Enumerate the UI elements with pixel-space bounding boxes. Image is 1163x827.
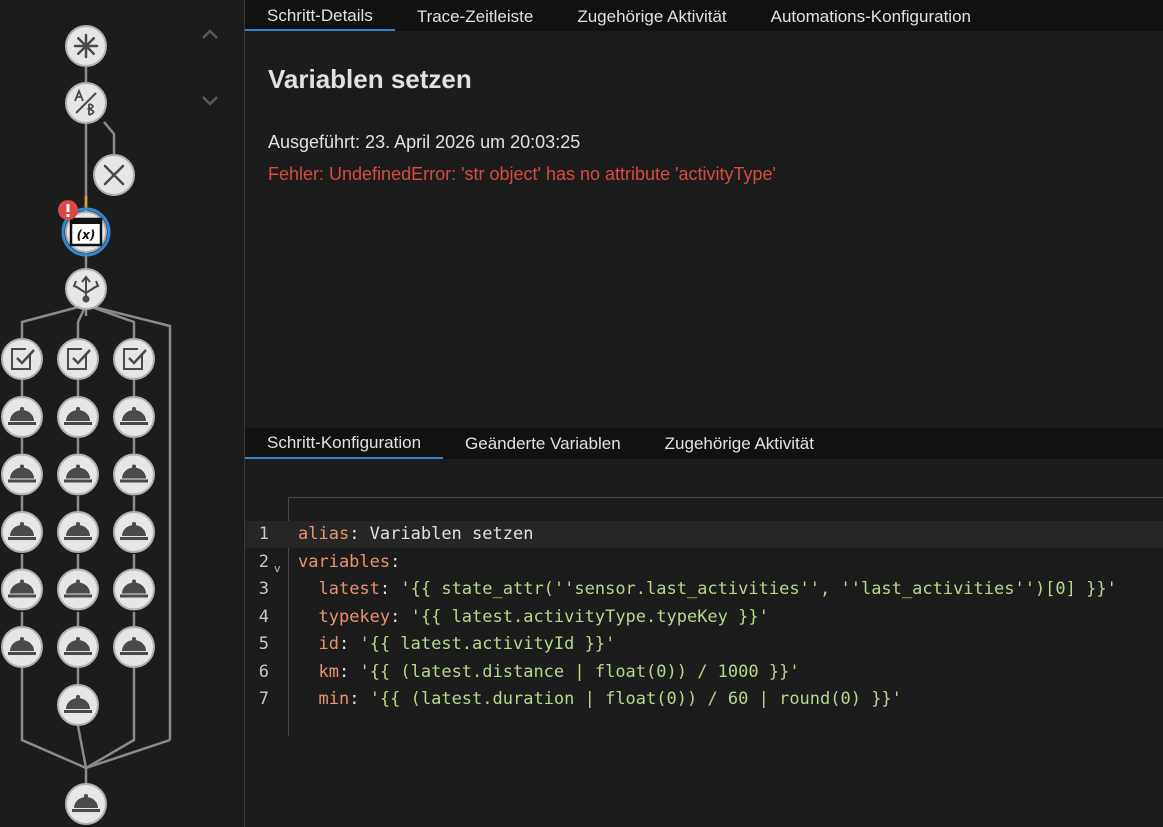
code-text: typekey: '{{ latest.activityType.typeKey… <box>298 604 769 631</box>
yaml-key: latest <box>318 579 380 599</box>
code-text: min: '{{ (latest.duration | float(0)) / … <box>298 686 902 713</box>
top-tab-bar: Schritt-Details Trace-Zeitleiste Zugehör… <box>245 0 1163 31</box>
error-message: Fehler: UndefinedError: 'str object' has… <box>268 164 776 184</box>
line-number: 6 <box>258 661 269 682</box>
line-number: 7 <box>258 689 269 709</box>
trace-node-variables[interactable]: (x) <box>58 200 111 257</box>
error-badge-icon <box>58 200 78 220</box>
trace-node-action[interactable] <box>65 783 107 825</box>
line-number: 2 <box>258 551 269 572</box>
trace-node-action[interactable] <box>1 511 43 553</box>
yaml-separator: : <box>390 606 411 627</box>
yaml-key: variables <box>298 551 391 572</box>
code-text: alias: Variablen setzen <box>298 521 533 548</box>
yaml-separator: : <box>338 661 360 682</box>
code-line[interactable]: 7 min: '{{ (latest.duration | float(0)) … <box>245 686 1163 713</box>
tab-related-activity[interactable]: Zugehörige Aktivität <box>555 0 748 31</box>
code-line[interactable]: 1 alias: Variablen setzen <box>245 521 1163 548</box>
trace-node-action[interactable] <box>1 568 43 611</box>
code-line[interactable]: 4 typekey: '{{ latest.activityType.typeK… <box>245 604 1163 631</box>
trace-node-action[interactable] <box>57 568 99 611</box>
code-text: variables: <box>298 549 400 576</box>
chevron-up-icon <box>202 29 218 39</box>
code-line[interactable]: 2 v variables: <box>245 549 1163 576</box>
trace-node-action[interactable] <box>1 626 43 668</box>
code-text: latest: '{{ state_attr(''sensor.last_act… <box>298 576 1117 603</box>
yaml-value: '{{ latest.activityId }}' <box>359 634 616 654</box>
chevron-down-icon <box>202 96 218 106</box>
code-editor[interactable]: 1 alias: Variablen setzen 2 v variables: 3 la… <box>245 459 1163 736</box>
yaml-value: '{{ (latest.duration | float(0)) / 60 | … <box>369 689 902 709</box>
trace-node-action[interactable] <box>1 396 43 438</box>
yaml-key: alias <box>298 524 350 544</box>
yaml-separator: : <box>390 551 401 572</box>
code-line[interactable]: 6 km: '{{ (latest.distance | float(0)) /… <box>245 659 1163 686</box>
trace-node-choose[interactable] <box>65 82 107 124</box>
yaml-value: '{{ state_attr(''sensor.last_activities'… <box>400 579 1117 599</box>
trace-node-action[interactable] <box>113 511 155 553</box>
code-text: km: '{{ (latest.distance | float(0)) / 1… <box>298 659 800 686</box>
svg-text:(x): (x) <box>77 228 96 242</box>
yaml-value: Variablen setzen <box>369 524 534 544</box>
code-line[interactable]: 5 id: '{{ latest.activityId }}' <box>245 631 1163 658</box>
executed-timestamp: Ausgeführt: 23. April 2026 um 20:03:25 <box>268 132 581 152</box>
yaml-separator: : <box>379 579 401 599</box>
trace-node-action[interactable] <box>57 626 99 668</box>
trace-graph: (x) <box>1 25 172 825</box>
trace-node-action[interactable] <box>57 396 99 438</box>
trace-node-action[interactable] <box>113 453 155 496</box>
yaml-key: typekey <box>318 606 391 627</box>
line-number: 5 <box>258 634 269 654</box>
tab-step-details[interactable]: Schritt-Details <box>245 0 395 31</box>
yaml-separator: : <box>349 524 370 544</box>
asterisk-icon <box>73 33 99 59</box>
yaml-key: min <box>318 689 350 709</box>
yaml-value: '{{ (latest.distance | float(0)) / 1000 … <box>359 661 800 682</box>
trace-node-condition[interactable] <box>1 338 43 380</box>
yaml-key: km <box>318 661 339 682</box>
next-step-button[interactable] <box>196 87 224 115</box>
code-text: id: '{{ latest.activityId }}' <box>298 631 615 658</box>
tab-changed-variables[interactable]: Geänderte Variablen <box>443 428 643 459</box>
step-title: Variablen setzen <box>268 64 472 94</box>
trace-node-action[interactable] <box>57 453 99 496</box>
line-number: 1 <box>258 524 269 544</box>
tab-automation-config[interactable]: Automations-Konfiguration <box>749 0 993 31</box>
trace-node-condition[interactable] <box>57 338 99 380</box>
trace-node-parallel[interactable] <box>65 268 107 310</box>
trace-node-action[interactable] <box>113 568 155 611</box>
trace-node-action[interactable] <box>57 511 99 553</box>
tab-trace-timeline[interactable]: Trace-Zeitleiste <box>395 0 556 31</box>
yaml-separator: : <box>338 634 360 654</box>
code-line[interactable]: 3 latest: '{{ state_attr(''sensor.last_a… <box>245 576 1163 603</box>
yaml-separator: : <box>349 689 370 709</box>
trace-node-action[interactable] <box>1 453 43 496</box>
line-number: 4 <box>258 606 269 627</box>
trace-graph-panel: (x) <box>0 0 245 827</box>
trace-node-stop[interactable] <box>93 154 135 196</box>
trace-node-condition[interactable] <box>113 338 155 380</box>
trace-node-action[interactable] <box>113 626 155 668</box>
line-number: 3 <box>258 579 269 599</box>
trace-node-action[interactable] <box>113 396 155 438</box>
yaml-value: '{{ latest.activityType.typeKey }}' <box>410 606 769 627</box>
trace-node-trigger[interactable] <box>65 25 107 67</box>
main-panel: Schritt-Details Trace-Zeitleiste Zugehör… <box>245 0 1163 827</box>
tab-related-activity-bottom[interactable]: Zugehörige Aktivität <box>643 428 836 459</box>
bottom-tab-bar: Schritt-Konfiguration Geänderte Variable… <box>245 428 1163 459</box>
variable-icon: (x) <box>69 217 103 247</box>
tab-step-config[interactable]: Schritt-Konfiguration <box>245 428 444 459</box>
trace-node-action[interactable] <box>57 684 99 726</box>
yaml-key: id <box>318 634 339 654</box>
previous-step-button[interactable] <box>196 20 224 48</box>
